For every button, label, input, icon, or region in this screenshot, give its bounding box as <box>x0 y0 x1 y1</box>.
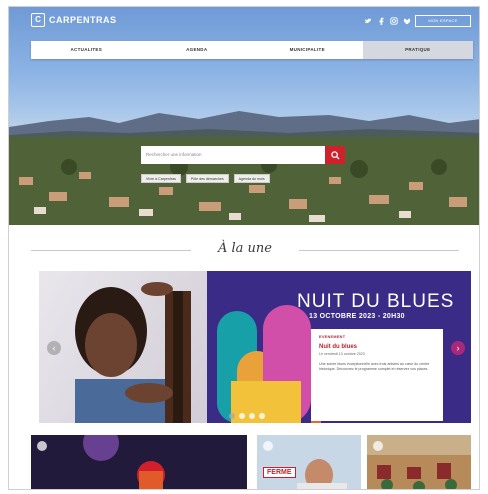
news-card[interactable] <box>31 435 247 489</box>
section-title: À la une <box>218 241 272 256</box>
event-description: Une soirée blues exceptionnelle avec tro… <box>319 362 430 372</box>
nav-item-municipalite[interactable]: MUNICIPALITE <box>252 41 363 59</box>
featured-section-header: À la une <box>9 237 479 263</box>
quick-link[interactable]: Vivre à Carpentras <box>141 174 181 183</box>
featured-carousel: NUIT DU BLUES 13 OCTOBRE 2023 - 20H30 EV… <box>39 271 471 423</box>
instagram-icon[interactable] <box>390 17 398 25</box>
logo-text: CARPENTRAS <box>49 15 117 25</box>
event-subtitle: Le vendredi 13 octobre 2023 <box>319 352 365 356</box>
event-title: Nuit du blues <box>319 344 357 350</box>
event-tag: EVENEMENT <box>319 335 346 339</box>
search-icon <box>330 150 340 160</box>
search-input[interactable]: Rechercher une information <box>141 146 325 164</box>
closed-badge: FERME <box>263 467 296 478</box>
nav-item-pratique[interactable]: PRATIQUE <box>362 41 473 59</box>
my-space-button[interactable]: MON ESPACE <box>415 15 471 27</box>
poster-title: NUIT DU BLUES <box>297 291 455 312</box>
main-navigation: ACTUALITES AGENDA MUNICIPALITE PRATIQUE <box>31 41 473 59</box>
facebook-icon[interactable] <box>377 17 385 25</box>
chevron-right-icon: › <box>456 343 460 353</box>
carousel-next-button[interactable]: › <box>451 341 465 355</box>
logo-mark-icon: C <box>31 13 45 27</box>
news-card[interactable]: FERME <box>257 435 361 489</box>
quick-links: Vivre à Carpentras Pôle des démarches Ag… <box>141 174 270 183</box>
news-badge <box>37 441 47 451</box>
news-badge <box>373 441 383 451</box>
poster-date: 13 OCTOBRE 2023 - 20H30 <box>309 313 405 320</box>
carousel-dot[interactable] <box>239 413 245 419</box>
nav-item-actualites[interactable]: ACTUALITES <box>31 41 142 59</box>
carousel-prev-button[interactable]: ‹ <box>47 341 61 355</box>
browser-frame: C CARPENTRAS MON ESPACE ACTUALITES AGEND… <box>8 6 480 490</box>
carousel-dot[interactable] <box>259 413 265 419</box>
event-card[interactable]: EVENEMENT Nuit du blues Le vendredi 13 o… <box>311 329 443 421</box>
linkedin-icon[interactable] <box>403 17 411 25</box>
quick-link[interactable]: Agenda du mois <box>233 174 270 183</box>
carousel-dot[interactable] <box>249 413 255 419</box>
social-links <box>364 17 411 25</box>
search-button[interactable] <box>325 146 345 164</box>
news-card[interactable] <box>367 435 471 489</box>
search-bar: Rechercher une information <box>141 146 345 164</box>
carousel-dot[interactable] <box>229 413 235 419</box>
carousel-pagination <box>229 413 265 419</box>
site-logo[interactable]: C CARPENTRAS <box>31 13 117 27</box>
chevron-left-icon: ‹ <box>52 343 56 353</box>
quick-link[interactable]: Pôle des démarches <box>185 174 229 183</box>
nav-item-agenda[interactable]: AGENDA <box>142 41 253 59</box>
hero-banner: C CARPENTRAS MON ESPACE ACTUALITES AGEND… <box>9 7 479 225</box>
news-badge <box>263 441 273 451</box>
twitter-icon[interactable] <box>364 17 372 25</box>
